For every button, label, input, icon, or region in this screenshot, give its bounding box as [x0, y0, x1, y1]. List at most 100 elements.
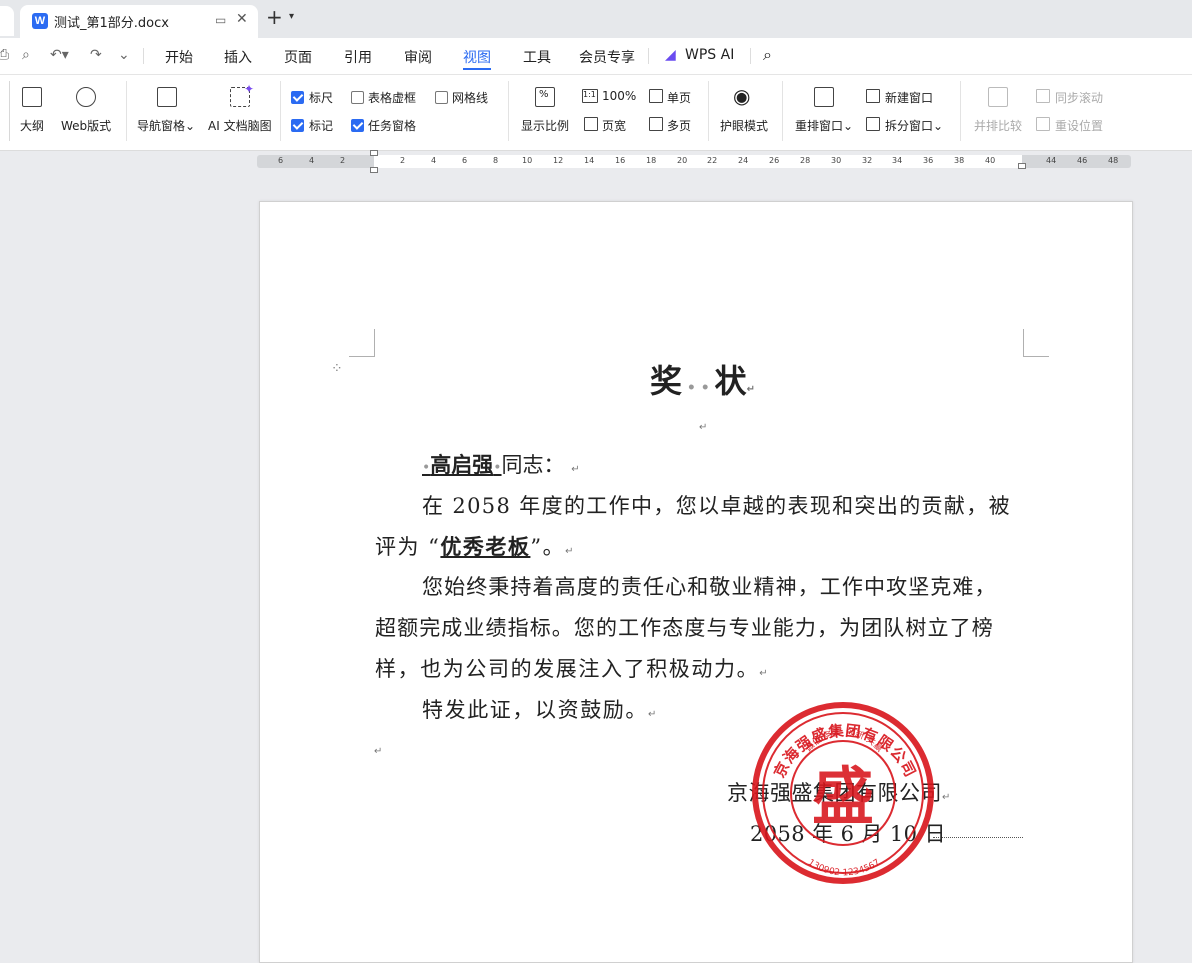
dotted-leader	[933, 837, 1023, 838]
globe-icon[interactable]	[76, 87, 96, 107]
body-line: 超额完成业绩指标。您的工作态度与专业能力，为团队树立了榜	[375, 616, 994, 640]
reset-position-icon[interactable]	[1036, 117, 1050, 131]
multi-page-button[interactable]: 多页	[667, 117, 691, 134]
new-tab-icon[interactable]: +	[266, 5, 283, 29]
nav-pane-label: 导航窗格	[137, 119, 186, 133]
close-icon[interactable]: ✕	[236, 11, 248, 27]
recipient-name: •高启强•	[422, 452, 502, 477]
split-window-icon[interactable]	[866, 117, 880, 131]
single-page-button[interactable]: 单页	[667, 89, 691, 106]
side-by-side-button[interactable]: 并排比较	[974, 117, 1022, 134]
body-text: 样，也为公司的发展注入了积极动力。	[375, 657, 760, 681]
award-name: 优秀老板	[440, 534, 531, 559]
search-doc-icon[interactable]: ⌕	[22, 47, 30, 63]
outline-icon[interactable]	[22, 87, 42, 107]
menu-home[interactable]: 开始	[165, 47, 193, 67]
eye-icon[interactable]: ◉	[733, 84, 750, 108]
task-pane-checkbox[interactable]	[351, 119, 364, 132]
table-gridlines-checkbox[interactable]	[351, 91, 364, 104]
menu-tools[interactable]: 工具	[523, 47, 551, 67]
body-text: ”。	[530, 535, 566, 559]
margin-corner-mark	[349, 329, 375, 357]
paragraph-mark: ↵	[759, 668, 770, 679]
body-line: 样，也为公司的发展注入了积极动力。↵	[375, 653, 769, 683]
arrange-windows-button[interactable]: 重排窗口⌄	[795, 117, 853, 134]
chevron-down-icon[interactable]: ▾	[289, 11, 294, 22]
ruler-number: 24	[738, 156, 749, 165]
new-window-icon[interactable]	[866, 89, 880, 103]
ruler-number: 36	[923, 156, 934, 165]
document-tab[interactable]: W 测试_第1部分.docx ▭ ✕	[20, 5, 258, 38]
paragraph-mark: ↵	[746, 384, 755, 395]
split-window-button[interactable]: 拆分窗口⌄	[885, 117, 943, 134]
single-page-icon[interactable]	[649, 89, 663, 103]
drag-handle-icon[interactable]: ⁘	[331, 362, 343, 376]
ruler-number: 26	[769, 156, 780, 165]
zoom-button[interactable]: 显示比例	[521, 117, 569, 134]
horizontal-ruler[interactable]: 6 4 2 2 4 6 8 10 12 14 16 18 20 22 24 26…	[257, 150, 1131, 173]
gridlines-label[interactable]: 网格线	[452, 89, 488, 106]
side-by-side-icon[interactable]	[988, 87, 1008, 107]
multi-page-icon[interactable]	[649, 117, 663, 131]
sync-scroll-icon[interactable]	[1036, 89, 1050, 103]
active-tab-indicator	[463, 68, 491, 70]
nav-pane-icon[interactable]	[157, 87, 177, 107]
menu-wps-ai[interactable]: WPS AI	[685, 47, 734, 63]
print-preview-icon[interactable]: ⎙	[0, 47, 9, 63]
outline-button[interactable]: 大纲	[20, 117, 44, 134]
ruler-number: 6	[278, 156, 284, 165]
paragraph-mark: ↵	[699, 422, 708, 433]
body-line: 您始终秉持着高度的责任心和敬业精神，工作中攻坚克难，	[422, 575, 997, 599]
gridlines-checkbox[interactable]	[435, 91, 448, 104]
redo-icon[interactable]: ↷	[90, 47, 102, 63]
paragraph-mark: ↵	[374, 746, 383, 757]
marks-label[interactable]: 标记	[309, 117, 333, 134]
task-pane-label[interactable]: 任务窗格	[368, 117, 416, 134]
previous-tab[interactable]	[0, 6, 14, 36]
divider	[9, 81, 10, 141]
paragraph-mark: ↵	[571, 464, 580, 475]
reset-position-button[interactable]: 重设位置	[1055, 117, 1103, 134]
menu-view[interactable]: 视图	[463, 47, 491, 67]
title-char: 奖	[650, 362, 683, 400]
menu-bar: ⎙ ⌕ ↶▾ ↷ ⌄ 开始 插入 页面 引用 审阅 视图 工具 会员专享 ◢ W…	[0, 38, 1192, 75]
company-seal: 京海强盛集团有限公司 诚信 务实 创新 共赢 130902 1234567 盛	[752, 702, 934, 884]
new-window-button[interactable]: 新建窗口	[885, 89, 933, 106]
arrange-windows-icon[interactable]	[814, 87, 834, 107]
ruler-checkbox[interactable]	[291, 91, 304, 104]
divider	[280, 81, 281, 141]
marks-checkbox[interactable]	[291, 119, 304, 132]
ruler-number: 44	[1046, 156, 1057, 165]
menu-references[interactable]: 引用	[344, 47, 372, 67]
nav-pane-button[interactable]: 导航窗格⌄	[137, 117, 195, 134]
paragraph-mark: ↵	[565, 546, 576, 557]
left-indent-marker[interactable]	[370, 167, 378, 173]
menu-member[interactable]: 会员专享	[579, 47, 635, 67]
salutation-line: •高启强•同志： ↵	[422, 449, 580, 479]
monitor-icon[interactable]: ▭	[215, 13, 226, 27]
menu-insert[interactable]: 插入	[224, 47, 252, 67]
divider	[508, 81, 509, 141]
first-indent-marker[interactable]	[370, 150, 378, 156]
ai-mindmap-button[interactable]: AI 文档脑图	[208, 117, 272, 134]
search-icon[interactable]: ⌕	[763, 45, 772, 65]
right-indent-marker[interactable]	[1018, 163, 1026, 169]
chevron-down-icon[interactable]: ⌄	[118, 47, 130, 63]
page-width-button[interactable]: 页宽	[602, 117, 626, 134]
eye-mode-button[interactable]: 护眼模式	[720, 117, 768, 134]
zoom-100-button[interactable]: 100%	[602, 89, 636, 103]
undo-icon[interactable]: ↶▾	[50, 47, 69, 63]
web-layout-button[interactable]: Web版式	[61, 117, 111, 134]
divider	[143, 48, 144, 64]
page-width-icon[interactable]	[584, 117, 598, 131]
menu-page[interactable]: 页面	[284, 47, 312, 67]
sync-scroll-button[interactable]: 同步滚动	[1055, 89, 1103, 106]
ruler-label[interactable]: 标尺	[309, 89, 333, 106]
seal-center-char: 盛	[812, 760, 874, 833]
ruler-number: 2	[400, 156, 406, 165]
table-gridlines-label[interactable]: 表格虚框	[368, 89, 416, 106]
ruler-number: 22	[707, 156, 718, 165]
ruler-number: 2	[340, 156, 346, 165]
menu-review[interactable]: 审阅	[404, 47, 432, 67]
ruler-number: 40	[985, 156, 996, 165]
